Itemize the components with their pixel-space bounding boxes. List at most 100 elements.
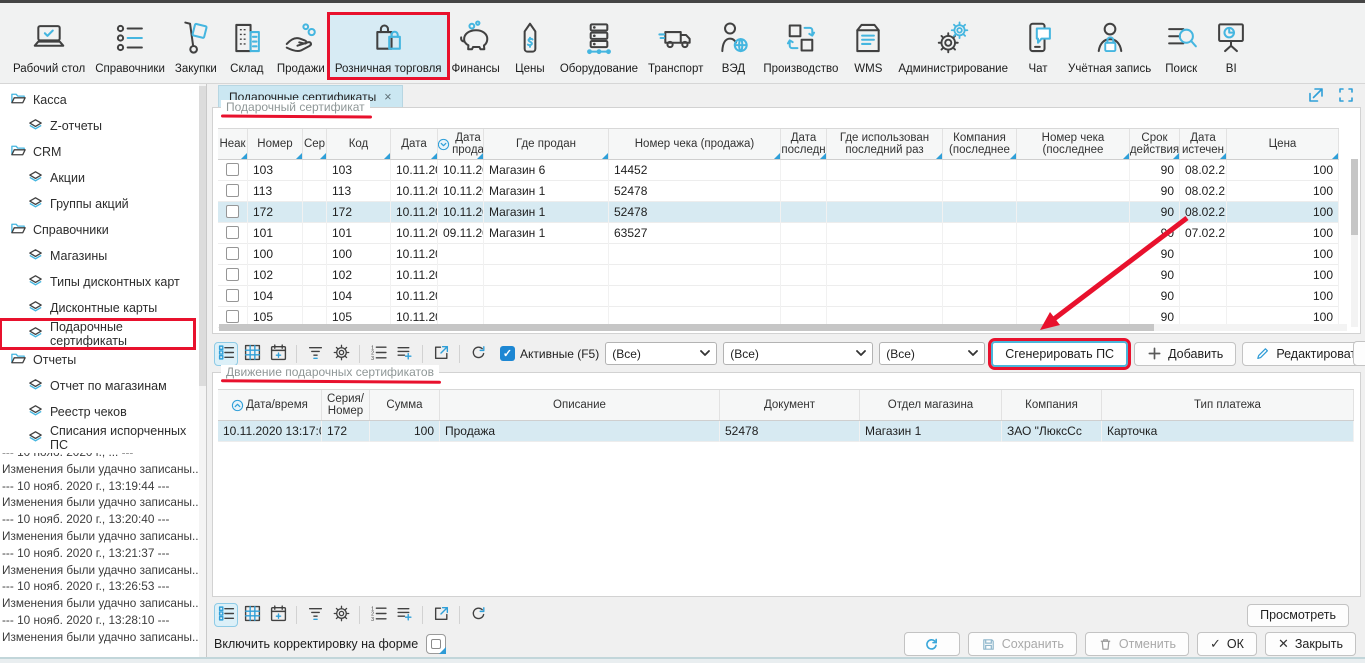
ribbon-item-warehouse[interactable]: Склад xyxy=(222,15,272,77)
certificates-row[interactable]: 10010010.11.2090100 xyxy=(218,244,1339,265)
popout-icon[interactable] xyxy=(1307,86,1325,109)
row-checkbox[interactable] xyxy=(226,184,239,197)
horizontal-scrollbar[interactable] xyxy=(219,324,1347,331)
row-checkbox[interactable] xyxy=(226,226,239,239)
toolbar-calendar-button[interactable] xyxy=(266,603,290,627)
ribbon-item-chat[interactable]: Чат xyxy=(1013,15,1063,77)
ribbon-item-ved[interactable]: ВЭД xyxy=(708,15,758,77)
toolbar-export-button[interactable] xyxy=(429,603,453,627)
sidebar-item-Справочники[interactable]: Справочники xyxy=(0,217,206,243)
movements-column-header[interactable]: Описание xyxy=(440,390,720,420)
row-checkbox[interactable] xyxy=(226,205,239,218)
certificates-column-header[interactable]: Номер xyxy=(248,129,303,159)
sidebar-item-Отчеты[interactable]: Отчеты xyxy=(0,347,206,373)
toolbar-export-button[interactable] xyxy=(429,342,453,366)
ribbon-item-desktop[interactable]: Рабочий стол xyxy=(8,15,90,77)
toolbar-list-add-button[interactable] xyxy=(392,342,416,366)
row-checkbox[interactable] xyxy=(226,289,239,302)
certificates-row[interactable]: 10410410.11.2090100 xyxy=(218,286,1339,307)
certificates-column-header[interactable]: Где использован последний раз xyxy=(827,129,943,159)
certificates-column-header[interactable]: Срок действия xyxy=(1130,129,1180,159)
toolbar-filter-button[interactable] xyxy=(303,342,327,366)
certificates-column-header[interactable]: Где продан xyxy=(484,129,609,159)
filter-dropdown-1[interactable]: (Все) xyxy=(605,342,717,365)
certificates-column-header[interactable]: Дата истечен xyxy=(1180,129,1227,159)
sidebar-item-Группы акций[interactable]: Группы акций xyxy=(0,191,206,217)
row-checkbox[interactable] xyxy=(226,247,239,260)
refresh-button[interactable] xyxy=(904,632,960,656)
toolbar-grid-button[interactable] xyxy=(240,342,264,366)
certificates-column-header[interactable]: Номер чека (продажа) xyxy=(609,129,781,159)
ribbon-item-account[interactable]: Учётная запись xyxy=(1063,15,1156,77)
ribbon-item-search[interactable]: Поиск xyxy=(1156,15,1206,77)
movements-column-header[interactable]: Тип платежа xyxy=(1102,390,1354,420)
sidebar-scrollbar[interactable] xyxy=(199,84,206,663)
checkbox-checked-icon[interactable] xyxy=(500,346,515,361)
save-button[interactable]: Сохранить xyxy=(968,632,1077,656)
certificates-column-header[interactable]: Неак xyxy=(218,129,248,159)
correction-checkbox[interactable] xyxy=(426,634,446,654)
preview-button[interactable]: Просмотреть xyxy=(1247,604,1349,627)
sidebar-item-Типы дисконтных карт[interactable]: Типы дисконтных карт xyxy=(0,269,206,295)
certificates-row[interactable]: 10310310.11.2010.11.20Магазин 6144529008… xyxy=(218,160,1339,181)
ribbon-item-wms[interactable]: WMS xyxy=(843,15,893,77)
ok-button[interactable]: ОК xyxy=(1197,632,1257,656)
horizontal-scrollbar-thumb[interactable] xyxy=(219,324,1154,331)
sidebar-item-Списания испорченных ПС[interactable]: Списания испорченных ПС xyxy=(0,425,206,451)
clipped-button[interactable] xyxy=(1353,341,1365,366)
toolbar-grid-button[interactable] xyxy=(240,603,264,627)
certificates-column-header[interactable]: Дата прода xyxy=(438,129,484,159)
certificates-column-header[interactable]: Дата последн xyxy=(781,129,827,159)
generate-certificate-button[interactable]: Сгенерировать ПС xyxy=(991,341,1128,367)
certificates-column-header[interactable]: Компания (последнее xyxy=(943,129,1017,159)
certificates-column-header[interactable]: Сер xyxy=(303,129,327,159)
row-checkbox[interactable] xyxy=(226,310,239,323)
toolbar-reload-button[interactable] xyxy=(466,603,490,627)
movements-column-header[interactable]: Дата/время xyxy=(218,390,322,420)
ribbon-item-transport[interactable]: Транспорт xyxy=(643,15,708,77)
certificates-column-header[interactable]: Цена xyxy=(1227,129,1339,159)
active-filter[interactable]: Активные (F5) xyxy=(500,346,599,361)
sidebar-item-Подарочные сертификаты[interactable]: Подарочные сертификаты xyxy=(2,321,193,347)
certificates-row[interactable]: 11311310.11.2010.11.20Магазин 1524789008… xyxy=(218,181,1339,202)
movements-row[interactable]: 10.11.2020 13:17:02172100Продажа52478Маг… xyxy=(218,421,1354,442)
toolbar-reload-button[interactable] xyxy=(466,342,490,366)
add-button[interactable]: Добавить xyxy=(1134,342,1236,366)
movements-column-header[interactable]: Отдел магазина xyxy=(860,390,1002,420)
movements-column-header[interactable]: Компания xyxy=(1002,390,1102,420)
toolbar-list-view-button[interactable] xyxy=(214,342,238,366)
toolbar-list-add-button[interactable] xyxy=(392,603,416,627)
ribbon-item-admin[interactable]: Администрирование xyxy=(893,15,1013,77)
ribbon-item-purchases[interactable]: Закупки xyxy=(170,15,222,77)
ribbon-item-finance[interactable]: Финансы xyxy=(447,15,505,77)
filter-dropdown-3[interactable]: (Все) xyxy=(879,342,985,365)
ribbon-item-bi[interactable]: BI xyxy=(1206,15,1256,77)
movements-column-header[interactable]: Документ xyxy=(720,390,860,420)
toolbar-filter-button[interactable] xyxy=(303,603,327,627)
row-checkbox[interactable] xyxy=(226,268,239,281)
ribbon-item-retail[interactable]: Розничная торговля xyxy=(330,15,447,77)
sidebar-item-Касса[interactable]: Касса xyxy=(0,87,206,113)
cancel-button[interactable]: Отменить xyxy=(1085,632,1189,656)
row-checkbox[interactable] xyxy=(226,163,239,176)
ribbon-item-equipment[interactable]: Оборудование xyxy=(555,15,643,77)
tab-close-icon[interactable]: × xyxy=(384,90,391,104)
fullscreen-icon[interactable] xyxy=(1337,86,1355,109)
ribbon-item-production[interactable]: Производство xyxy=(758,15,843,77)
toolbar-calendar-button[interactable] xyxy=(266,342,290,366)
certificates-row[interactable]: 10210210.11.2090100 xyxy=(218,265,1339,286)
sidebar-item-CRM[interactable]: CRM xyxy=(0,139,206,165)
movements-column-header[interactable]: Сумма xyxy=(370,390,440,420)
sidebar-item-Акции[interactable]: Акции xyxy=(0,165,206,191)
toolbar-gear-button[interactable] xyxy=(329,603,353,627)
ribbon-item-sales[interactable]: Продажи xyxy=(272,15,330,77)
certificates-column-header[interactable]: Код xyxy=(327,129,391,159)
ribbon-item-catalog[interactable]: Справочники xyxy=(90,15,170,77)
sidebar-item-Реестр чеков[interactable]: Реестр чеков xyxy=(0,399,206,425)
certificates-column-header[interactable]: Дата xyxy=(391,129,438,159)
toolbar-numbered-button[interactable]: 123 xyxy=(366,603,390,627)
sidebar-scrollbar-thumb[interactable] xyxy=(199,86,206,386)
sidebar-item-Дисконтные карты[interactable]: Дисконтные карты xyxy=(0,295,206,321)
edit-button[interactable]: Редактировать xyxy=(1242,342,1365,366)
filter-dropdown-2[interactable]: (Все) xyxy=(723,342,873,365)
